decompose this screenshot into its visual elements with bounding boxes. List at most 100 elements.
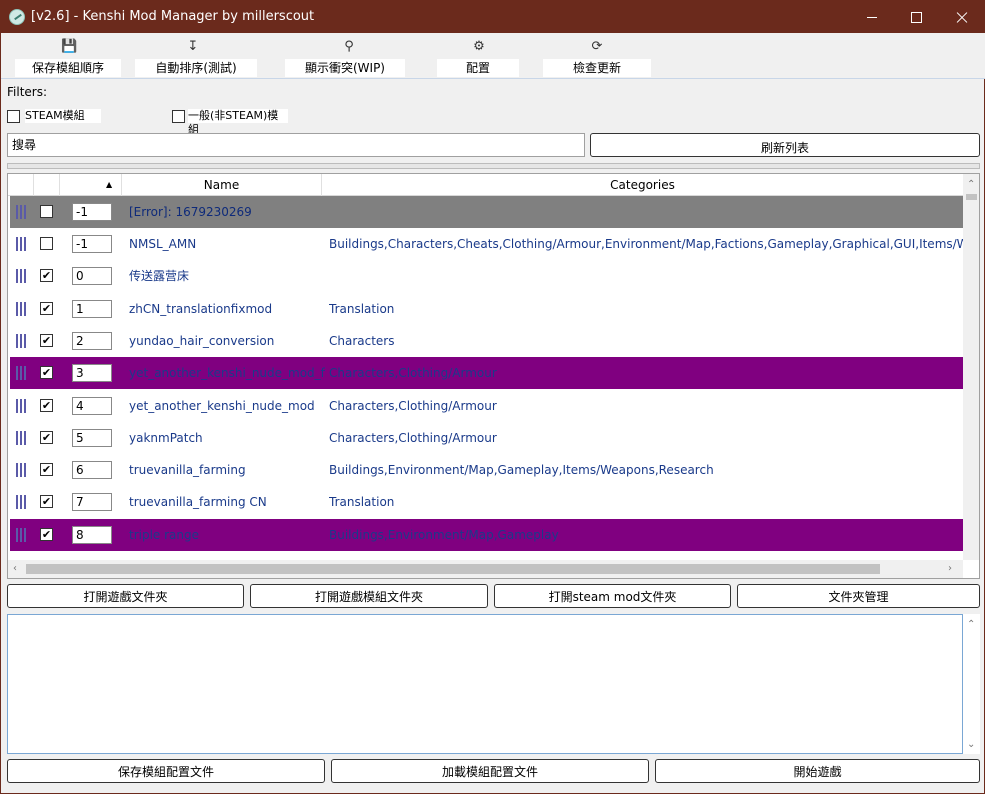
drag-handle-icon[interactable] (16, 463, 26, 477)
mod-name: truevanilla_farming CN (129, 495, 267, 509)
mod-enabled-checkbox[interactable]: ✔ (40, 334, 53, 347)
filters-label: Filters: (7, 85, 48, 99)
mod-row[interactable]: ✔ 6 truevanilla_farming Buildings,Environme… (10, 454, 963, 486)
mod-row[interactable]: ✔ 5 yaknmPatch Characters,Clothing/Armour (10, 422, 963, 454)
load-order-input[interactable]: -1 (72, 203, 112, 221)
load-order-input[interactable]: 3 (72, 364, 112, 382)
mod-categories (329, 196, 963, 228)
categories-column-header[interactable]: Categories (322, 174, 963, 196)
window-title: [v2.6] - Kenshi Mod Manager by millersco… (31, 9, 315, 24)
drag-handle-icon[interactable] (16, 366, 26, 380)
drag-handle-icon[interactable] (16, 302, 26, 316)
mod-row[interactable]: ✔ 1 zhCN_translationfixmod Translation (10, 293, 963, 325)
gear-icon: ⚙ (473, 39, 485, 54)
load-profile-button[interactable]: 加載模組配置文件 (331, 759, 649, 783)
horizontal-scrollbar[interactable]: ‹ › (8, 560, 963, 578)
steam-mods-checkbox[interactable] (7, 110, 20, 123)
load-order-input[interactable]: 7 (72, 493, 112, 511)
name-column-header[interactable]: Name (122, 174, 322, 196)
save-profile-button[interactable]: 保存模組配置文件 (7, 759, 325, 783)
auto-sort-button[interactable]: ↧ 自動排序(測試) (135, 37, 257, 79)
drag-handle-icon[interactable] (16, 237, 26, 251)
mod-grid: ▲ Name Categories -1 [Error]: 1679230269-… (7, 173, 980, 579)
app-icon (9, 9, 25, 25)
minimize-button[interactable] (849, 1, 895, 33)
update-icon: ⟳ (591, 39, 603, 54)
load-order-input[interactable]: 5 (72, 429, 112, 447)
load-order-input[interactable]: 4 (72, 397, 112, 415)
mod-enabled-checkbox[interactable]: ✔ (40, 399, 53, 412)
refresh-list-button[interactable]: 刷新列表 (590, 133, 980, 157)
drag-handle-icon[interactable] (16, 528, 26, 542)
check-column-header[interactable] (34, 174, 60, 196)
scroll-left-icon[interactable]: ‹ (13, 564, 17, 574)
log-scroll-down-icon[interactable]: ⌄ (967, 740, 975, 750)
open-game-folder-button[interactable]: 打開遊戲文件夾 (7, 584, 244, 608)
mod-row[interactable]: -1 [Error]: 1679230269 (10, 196, 963, 228)
grid-header: ▲ Name Categories (8, 174, 963, 196)
grip-column-header (8, 174, 34, 196)
mod-name: yaknmPatch (129, 431, 203, 445)
mod-categories: Characters,Clothing/Armour (329, 399, 497, 413)
drag-handle-icon[interactable] (16, 431, 26, 445)
scroll-up-icon[interactable]: ⌃ (967, 180, 975, 190)
config-button[interactable]: ⚙ 配置 (437, 37, 521, 79)
horizontal-scroll-thumb[interactable] (26, 564, 880, 574)
mod-enabled-checkbox[interactable]: ✔ (40, 528, 53, 541)
drag-handle-icon[interactable] (16, 205, 26, 219)
non-steam-mods-checkbox[interactable] (172, 110, 185, 123)
start-game-button[interactable]: 開始遊戲 (655, 759, 980, 783)
mod-enabled-checkbox[interactable] (40, 205, 53, 218)
maximize-button[interactable] (893, 1, 939, 33)
sort-icon: ↧ (187, 39, 199, 54)
log-scrollbar[interactable]: ⌃ ⌄ (963, 614, 980, 754)
folder-manager-button[interactable]: 文件夾管理 (737, 584, 980, 608)
load-order-input[interactable]: 6 (72, 461, 112, 479)
mod-enabled-checkbox[interactable] (40, 237, 53, 250)
mod-name: yet_another_kenshi_nude_mod (129, 399, 315, 413)
search-input-text: 搜尋 (12, 138, 37, 152)
mod-name: triple range (129, 528, 200, 542)
drag-handle-icon[interactable] (16, 399, 26, 413)
open-steam-mods-folder-button[interactable]: 打開steam mod文件夾 (494, 584, 731, 608)
vertical-scroll-thumb[interactable] (966, 194, 977, 200)
config-label: 配置 (437, 59, 519, 77)
mod-name: yundao_hair_conversion (129, 334, 275, 348)
order-column-header[interactable]: ▲ (60, 174, 122, 196)
mod-enabled-checkbox[interactable]: ✔ (40, 366, 53, 379)
load-order-input[interactable]: 1 (72, 300, 112, 318)
scroll-right-icon[interactable]: › (948, 564, 952, 574)
open-game-mods-folder-button[interactable]: 打開遊戲模組文件夾 (250, 584, 488, 608)
steam-mods-label: STEAM模組 (25, 109, 101, 123)
load-order-input[interactable]: 2 (72, 332, 112, 350)
mod-row[interactable]: ✔ 4 yet_another_kenshi_nude_mod Characters,… (10, 390, 963, 422)
mod-enabled-checkbox[interactable]: ✔ (40, 495, 53, 508)
mod-row[interactable]: ✔ 3 yet_another_kenshi_nude_mod_fix Charact… (10, 357, 963, 389)
grid-rows: -1 [Error]: 1679230269 -1 NMSL_AMN Buildings… (8, 196, 963, 560)
mod-enabled-checkbox[interactable]: ✔ (40, 463, 53, 476)
log-scroll-up-icon[interactable]: ⌃ (967, 620, 975, 630)
mod-row[interactable]: -1 NMSL_AMN Buildings,Characters,Cheats,Cl… (10, 228, 963, 260)
mod-row[interactable]: ✔ 7 truevanilla_farming CN Translation (10, 486, 963, 518)
mod-row[interactable]: ✔ 2 yundao_hair_conversion Characters (10, 325, 963, 357)
load-order-input[interactable]: 8 (72, 526, 112, 544)
mod-row[interactable]: ✔ 0 传送露营床 (10, 260, 963, 292)
load-order-input[interactable]: -1 (72, 235, 112, 253)
drag-handle-icon[interactable] (16, 334, 26, 348)
mod-enabled-checkbox[interactable]: ✔ (40, 431, 53, 444)
mod-enabled-checkbox[interactable]: ✔ (40, 269, 53, 282)
load-order-input[interactable]: 0 (72, 267, 112, 285)
main-window: [v2.6] - Kenshi Mod Manager by millersco… (0, 0, 985, 794)
drag-handle-icon[interactable] (16, 495, 26, 509)
show-conflicts-button[interactable]: ⚲ 顯示衝突(WIP) (285, 37, 407, 79)
save-order-button[interactable]: 💾 保存模組順序 (15, 37, 121, 79)
mod-row[interactable]: ✔ 8 triple range Buildings,Environment/Map,… (10, 519, 963, 551)
close-button[interactable] (939, 1, 985, 33)
drag-handle-icon[interactable] (16, 269, 26, 283)
search-input[interactable]: 搜尋 (7, 133, 585, 157)
vertical-scrollbar[interactable]: ⌃ (963, 174, 979, 560)
mod-enabled-checkbox[interactable]: ✔ (40, 302, 53, 315)
mod-categories: Characters,Clothing/Armour (329, 366, 497, 380)
check-updates-button[interactable]: ⟳ 檢查更新 (543, 37, 653, 79)
log-output[interactable] (7, 614, 963, 754)
